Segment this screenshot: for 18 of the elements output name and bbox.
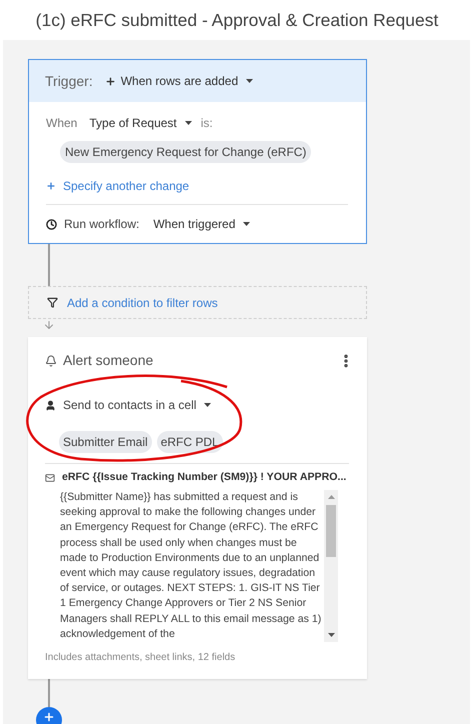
value-chip: New Emergency Request for Change (eRFC) [60, 141, 312, 163]
email-body: {{Submitter Name}} has submitted a request and is seeking approval to make the following changes under an Emergency Request for Change (eRFC). The eRFC process shall be used only when changes must be made to Production Environments due to an unplanned event which may cause regulatory issues, degradation of service, or outages. NEXT STEPS: 1. GIS-IT NS Tier 1 Emergency Change Approvers or Tier 2 NS Senior Managers shall REPLY ALL to this email message as 1) acknowledgement of the [60, 490, 322, 642]
window-title: (1c) eRFC submitted - Approval & Creation Request [36, 8, 438, 32]
trigger-event-dropdown[interactable]: When rows are added [104, 72, 254, 90]
email-footer: Includes attachments, sheet links, 12 fields [45, 650, 350, 665]
action-title: Alert someone [63, 351, 154, 370]
add-condition-link[interactable]: Add a condition to filter rows [67, 294, 218, 312]
field-dropdown[interactable]: Type of Request [89, 114, 192, 132]
recipient-chip: Submitter Email [59, 431, 152, 453]
when-label: When [46, 115, 78, 132]
email-subject: eRFC {{Issue Tracking Number (SM9)}} ! YOUR APPRO... [62, 470, 346, 485]
specify-another-change-link[interactable]: Specify another change [46, 177, 349, 195]
run-workflow-dropdown[interactable]: When triggered [153, 215, 250, 233]
operator-label: is: [200, 115, 213, 132]
run-workflow-label: Run workflow: [64, 216, 140, 233]
trigger-label: Trigger: [45, 72, 93, 91]
recipient-chip: eRFC PDL [156, 431, 223, 453]
recipients-dropdown[interactable]: Send to contacts in a cell [63, 396, 212, 414]
